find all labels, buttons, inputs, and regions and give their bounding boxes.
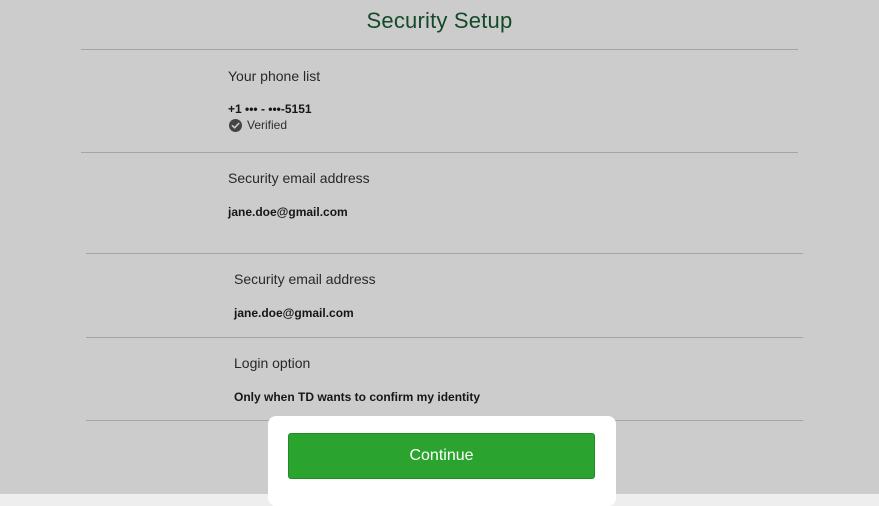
login-option-value: Only when TD wants to confirm my identit… bbox=[234, 390, 481, 404]
security-email-label: Security email address bbox=[234, 271, 376, 287]
page-title: Security Setup bbox=[366, 8, 513, 33]
check-circle-icon bbox=[229, 118, 242, 132]
security-email-label: Security email address bbox=[228, 170, 370, 186]
divider bbox=[86, 253, 803, 254]
divider bbox=[81, 49, 798, 50]
security-email-value: jane.doe@gmail.com bbox=[234, 306, 354, 320]
footer-card: Continue bbox=[268, 416, 616, 506]
verified-label: Verified bbox=[247, 118, 288, 132]
verified-status: Verified bbox=[229, 118, 287, 132]
security-email-value: jane.doe@gmail.com bbox=[228, 205, 348, 219]
divider bbox=[86, 337, 803, 338]
login-option-label: Login option bbox=[234, 355, 311, 371]
continue-button[interactable]: Continue bbox=[288, 433, 595, 479]
divider bbox=[81, 152, 798, 153]
phone-number: +1 ••• - •••-5151 bbox=[228, 102, 312, 116]
phone-list-label: Your phone list bbox=[228, 68, 321, 84]
